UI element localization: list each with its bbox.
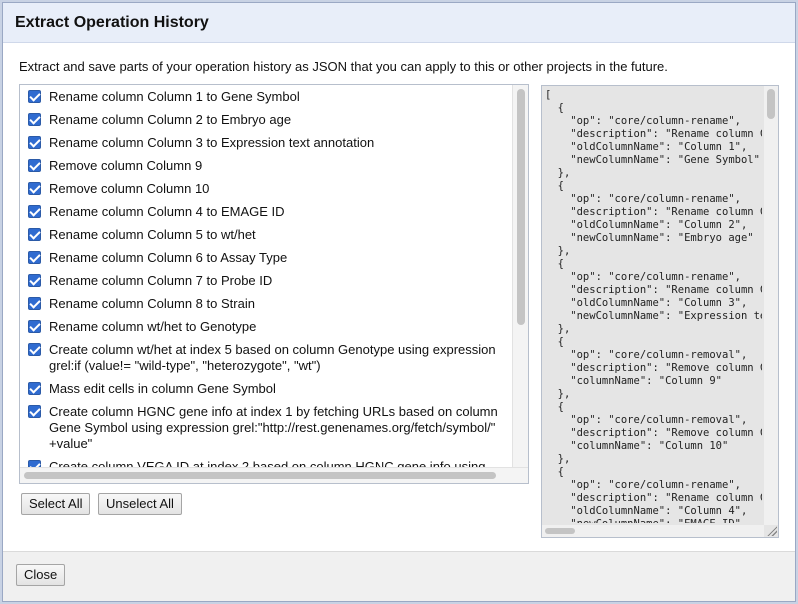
unselect-all-button[interactable]: Unselect All: [98, 493, 182, 515]
operations-list: Rename column Column 1 to Gene Symbol Ren…: [20, 85, 512, 467]
json-vertical-scroll-thumb[interactable]: [767, 89, 775, 119]
operations-vertical-scrollbar[interactable]: [512, 85, 528, 467]
operation-label[interactable]: Create column VEGA ID at index 2 based o…: [49, 459, 491, 467]
extract-operation-history-dialog: Extract Operation History Extract and sa…: [2, 2, 796, 602]
operation-item[interactable]: Rename column Column 6 to Assay Type: [20, 246, 512, 266]
operations-list-panel: Rename column Column 1 to Gene Symbol Ren…: [19, 84, 529, 484]
operation-checkbox[interactable]: [28, 113, 41, 126]
json-output-textarea[interactable]: [ { "op": "core/column-rename", "descrip…: [541, 85, 779, 538]
select-all-button[interactable]: Select All: [21, 493, 91, 515]
operation-item[interactable]: Rename column Column 8 to Strain: [20, 292, 512, 312]
operation-checkbox[interactable]: [28, 460, 41, 467]
operations-horizontal-scroll-thumb[interactable]: [24, 472, 496, 479]
operations-horizontal-scrollbar[interactable]: [20, 467, 528, 483]
operation-label[interactable]: Mass edit cells in column Gene Symbol: [49, 381, 282, 397]
operation-checkbox[interactable]: [28, 320, 41, 333]
operation-item[interactable]: Rename column Column 3 to Expression tex…: [20, 131, 512, 151]
operation-checkbox[interactable]: [28, 405, 41, 418]
dialog-footer: Close: [3, 551, 795, 601]
operation-checkbox[interactable]: [28, 382, 41, 395]
operation-label[interactable]: Rename column Column 2 to Embryo age: [49, 112, 297, 128]
operation-label[interactable]: Rename column wt/het to Genotype: [49, 319, 262, 335]
operation-checkbox[interactable]: [28, 90, 41, 103]
operation-checkbox[interactable]: [28, 343, 41, 356]
operation-checkbox[interactable]: [28, 159, 41, 172]
json-vertical-scrollbar[interactable]: [764, 86, 778, 525]
operation-label[interactable]: Rename column Column 5 to wt/het: [49, 227, 262, 243]
operation-checkbox[interactable]: [28, 205, 41, 218]
operation-label[interactable]: Remove column Column 9: [49, 158, 208, 174]
operation-item[interactable]: Create column wt/het at index 5 based on…: [20, 338, 512, 374]
operations-vertical-scroll-thumb[interactable]: [517, 89, 525, 325]
operation-label[interactable]: Rename column Column 4 to EMAGE ID: [49, 204, 291, 220]
operation-label[interactable]: Rename column Column 3 to Expression tex…: [49, 135, 380, 151]
operation-label[interactable]: Create column wt/het at index 5 based on…: [49, 342, 512, 374]
operation-checkbox[interactable]: [28, 297, 41, 310]
json-horizontal-scrollbar[interactable]: [542, 525, 764, 537]
json-horizontal-scroll-thumb[interactable]: [545, 528, 575, 534]
dialog-title: Extract Operation History: [3, 3, 795, 43]
operation-item[interactable]: Remove column Column 10: [20, 177, 512, 197]
operation-item[interactable]: Rename column Column 2 to Embryo age: [20, 108, 512, 128]
operation-label[interactable]: Rename column Column 1 to Gene Symbol: [49, 89, 306, 105]
operation-label[interactable]: Create column HGNC gene info at index 1 …: [49, 404, 512, 452]
operation-item[interactable]: Mass edit cells in column Gene Symbol: [20, 377, 512, 397]
operation-label[interactable]: Rename column Column 7 to Probe ID: [49, 273, 278, 289]
operation-label[interactable]: Rename column Column 8 to Strain: [49, 296, 261, 312]
dialog-intro-text: Extract and save parts of your operation…: [19, 59, 668, 74]
resize-grip-icon[interactable]: [766, 525, 777, 536]
operation-item[interactable]: Rename column Column 4 to EMAGE ID: [20, 200, 512, 220]
operation-item[interactable]: Rename column Column 1 to Gene Symbol: [20, 85, 512, 105]
operation-item[interactable]: Create column VEGA ID at index 2 based o…: [20, 455, 512, 467]
operation-item[interactable]: Create column HGNC gene info at index 1 …: [20, 400, 512, 452]
operation-checkbox[interactable]: [28, 251, 41, 264]
operation-checkbox[interactable]: [28, 136, 41, 149]
json-output-text[interactable]: [ { "op": "core/column-rename", "descrip…: [545, 89, 762, 523]
operation-item[interactable]: Remove column Column 9: [20, 154, 512, 174]
close-button[interactable]: Close: [16, 564, 66, 586]
operation-label[interactable]: Rename column Column 6 to Assay Type: [49, 250, 293, 266]
operation-checkbox[interactable]: [28, 182, 41, 195]
operation-item[interactable]: Rename column wt/het to Genotype: [20, 315, 512, 335]
operation-label[interactable]: Remove column Column 10: [49, 181, 215, 197]
operation-checkbox[interactable]: [28, 228, 41, 241]
operation-checkbox[interactable]: [28, 274, 41, 287]
operation-item[interactable]: Rename column Column 5 to wt/het: [20, 223, 512, 243]
operation-item[interactable]: Rename column Column 7 to Probe ID: [20, 269, 512, 289]
